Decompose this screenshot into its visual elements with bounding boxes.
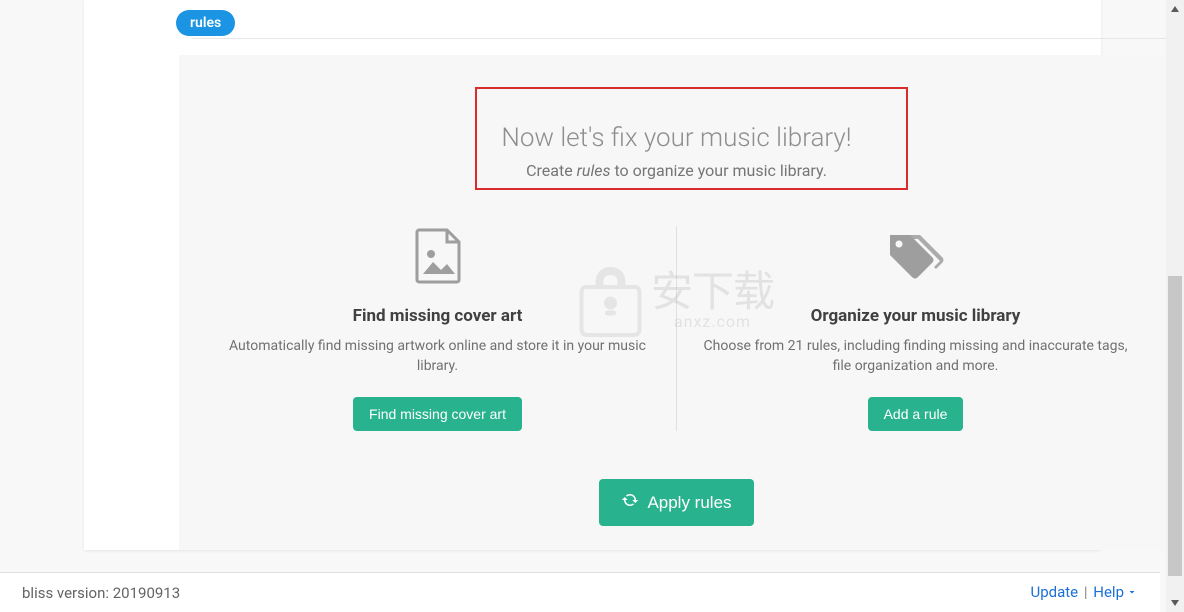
rules-badge[interactable]: rules	[176, 10, 235, 36]
footer-links: Update | Help	[1030, 583, 1138, 602]
page-title: Now let's fix your music library!	[179, 123, 1174, 153]
footer-bar: bliss version: 20190913 Update | Help	[0, 572, 1160, 612]
help-label: Help	[1093, 583, 1124, 601]
version-prefix: bliss version:	[22, 584, 113, 602]
top-divider	[192, 38, 1172, 39]
refresh-icon	[621, 491, 639, 514]
feature-columns: Find missing cover art Automatically fin…	[179, 226, 1174, 431]
column-organize: Organize your music library Choose from …	[677, 226, 1154, 431]
scrollbar-track[interactable]	[1166, 0, 1184, 612]
tags-icon	[695, 226, 1136, 286]
update-link[interactable]: Update	[1030, 583, 1078, 601]
version-text: bliss version: 20190913	[22, 584, 180, 602]
scrollbar-down-arrow[interactable]	[1166, 594, 1184, 612]
image-icon	[217, 226, 658, 286]
chevron-down-icon	[1126, 584, 1138, 602]
organize-desc: Choose from 21 rules, including finding …	[695, 336, 1136, 377]
add-rule-button[interactable]: Add a rule	[868, 397, 964, 431]
help-link[interactable]: Help	[1093, 583, 1138, 601]
find-cover-art-button[interactable]: Find missing cover art	[353, 397, 522, 431]
subtitle-em: rules	[577, 161, 611, 180]
page-subtitle: Create rules to organize your music libr…	[179, 161, 1174, 180]
footer-separator: |	[1084, 583, 1088, 601]
organize-title: Organize your music library	[695, 306, 1136, 326]
cover-art-title: Find missing cover art	[217, 306, 658, 326]
subtitle-prefix: Create	[526, 161, 577, 180]
column-cover-art: Find missing cover art Automatically fin…	[199, 226, 676, 431]
apply-rules-button[interactable]: Apply rules	[599, 479, 753, 526]
content-area: Now let's fix your music library! Create…	[179, 55, 1174, 550]
scrollbar-thumb[interactable]	[1168, 276, 1182, 576]
scrollbar-up-arrow[interactable]	[1166, 0, 1184, 18]
subtitle-suffix: to organize your music library.	[610, 161, 826, 180]
cover-art-desc: Automatically find missing artwork onlin…	[217, 336, 658, 377]
main-panel: rules Now let's fix your music library! …	[84, 0, 1101, 550]
apply-rules-label: Apply rules	[647, 493, 731, 513]
version-number: 20190913	[113, 584, 180, 602]
